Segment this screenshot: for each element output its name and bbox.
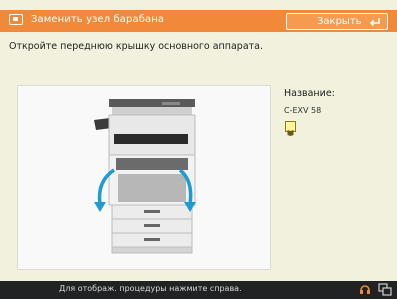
document-feeder [112,107,192,115]
replace-part-icon [9,14,23,25]
output-tray [114,134,188,144]
drawer-3-handle [144,238,160,241]
scanner-lid [109,99,195,107]
inner-shadow [118,174,186,202]
status-hint-text: Для отображ. процедуры нажмите справа. [59,284,242,293]
drum-unit-slot [116,158,188,170]
status-bar: Для отображ. процедуры нажмите справа. [0,281,397,299]
help-book-glyph [287,130,294,136]
part-name-value: C-EXV 58 [284,106,322,115]
close-button-label: Закрыть [317,16,362,27]
printer-open-front-cover-illustration [94,99,196,254]
illustration-panel [17,85,271,270]
part-name-label: Название: [284,88,335,99]
drawer-2-handle [144,224,160,227]
feeder-slot [162,102,180,105]
dialog-title: Заменить узел барабана [31,14,165,25]
return-arrow-icon [369,18,380,27]
base [111,246,193,254]
close-button[interactable]: Закрыть [286,13,388,30]
left-arrow-head [94,202,106,212]
instruction-text: Откройте переднюю крышку основного аппар… [9,41,264,52]
help-book-icon[interactable] [285,121,296,136]
title-bar: Заменить узел барабана Закрыть [0,10,397,32]
drawer-1-handle [144,210,160,213]
dialog-frame: Заменить узел барабана Закрыть Откройте … [0,0,397,299]
headset-help-icon[interactable] [359,283,371,296]
screen-switch-icon[interactable] [378,283,392,296]
